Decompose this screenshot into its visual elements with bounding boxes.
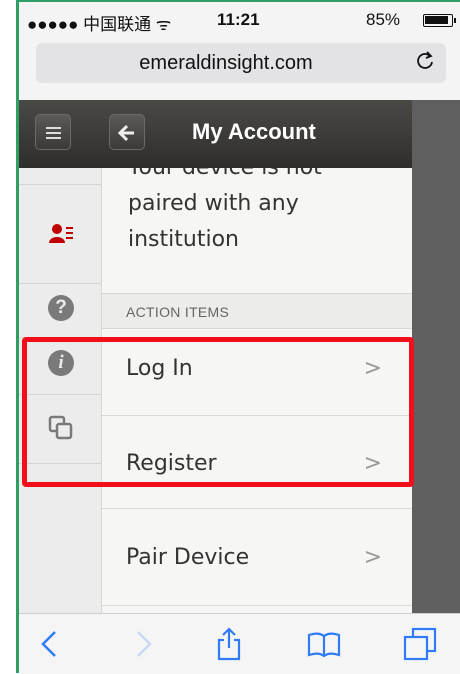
battery-percent: 85%	[366, 10, 401, 29]
share-icon[interactable]	[211, 626, 247, 662]
annotation-highlight-box	[22, 337, 414, 487]
forward-chevron-icon[interactable]	[124, 626, 160, 662]
browser-address-area: emeraldinsight.com	[19, 38, 460, 101]
battery-icon	[423, 14, 456, 27]
app-header: My Account	[19, 100, 412, 168]
status-time: 11:21	[217, 10, 260, 29]
browser-toolbar	[19, 613, 460, 674]
user-card-icon	[49, 224, 73, 243]
section-header: ACTION ITEMS	[102, 293, 412, 329]
bookmarks-icon[interactable]	[306, 626, 342, 662]
url-text: emeraldinsight.com	[139, 52, 313, 74]
menu-button[interactable]	[35, 114, 71, 150]
sidebar-item-account[interactable]	[19, 185, 101, 284]
page-title: My Account	[192, 119, 316, 144]
reload-icon[interactable]	[414, 50, 436, 72]
address-bar[interactable]: emeraldinsight.com	[36, 43, 446, 83]
back-chevron-icon[interactable]	[33, 626, 69, 662]
pair-device-label: Pair Device	[126, 545, 250, 570]
dim-overlay[interactable]	[412, 100, 460, 613]
tabs-icon[interactable]	[402, 626, 438, 662]
pair-device-item[interactable]: Pair Device >	[102, 509, 412, 606]
back-button[interactable]	[109, 114, 145, 150]
pairing-status-text: Your device is not paired with any insti…	[128, 168, 322, 252]
help-icon: ?	[48, 295, 74, 321]
section-header-label: ACTION ITEMS	[126, 304, 230, 320]
sidebar-item-partial[interactable]	[19, 168, 101, 185]
back-arrow-icon	[118, 124, 134, 142]
chevron-right-icon: >	[363, 545, 382, 570]
sidebar-item-help[interactable]: ?	[19, 284, 101, 338]
carrier-label: ●●●●● 中国联通 ᯤ	[27, 15, 172, 34]
status-bar: ●●●●● 中国联通 ᯤ 11:21 85%	[19, 2, 460, 38]
app-frame: ●●●●● 中国联通 ᯤ 11:21 85% emeraldinsight.co…	[0, 0, 460, 674]
